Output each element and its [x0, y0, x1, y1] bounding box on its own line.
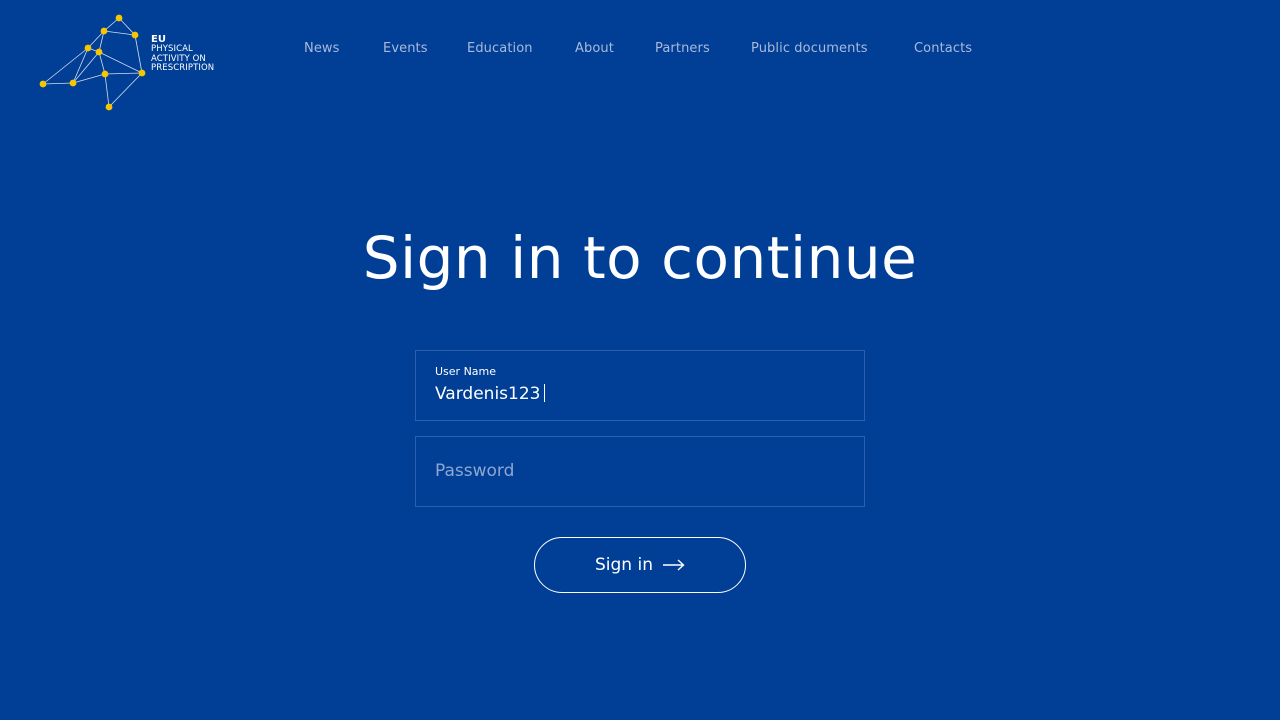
network-logo-icon — [39, 14, 146, 111]
page-title: Sign in to continue — [362, 224, 918, 292]
username-label: User Name — [435, 365, 497, 378]
username-field[interactable]: User Name Vardenis123 — [415, 350, 865, 421]
page: EU PHYSICAL ACTIVITY ON PRESCRIPTION New… — [0, 0, 1280, 720]
arrow-right-icon — [662, 559, 685, 571]
site-logo[interactable]: EU PHYSICAL ACTIVITY ON PRESCRIPTION — [38, 12, 218, 112]
nav-item-public-documents[interactable]: Public documents — [751, 41, 868, 56]
logo-text: EU PHYSICAL ACTIVITY ON PRESCRIPTION — [151, 34, 214, 74]
password-placeholder: Password — [435, 461, 515, 481]
nav-item-about[interactable]: About — [575, 41, 614, 56]
nav-item-events[interactable]: Events — [383, 41, 428, 56]
sign-in-label: Sign in — [595, 555, 653, 575]
nav-item-partners[interactable]: Partners — [655, 41, 710, 56]
nav-item-education[interactable]: Education — [467, 41, 533, 56]
nav-item-news[interactable]: News — [304, 41, 340, 56]
password-field[interactable]: Password — [415, 436, 865, 507]
nav-item-contacts[interactable]: Contacts — [914, 41, 972, 56]
username-input[interactable]: Vardenis123 — [435, 384, 546, 404]
username-value: Vardenis123 — [435, 384, 541, 404]
logo-line-prescription: PRESCRIPTION — [151, 63, 215, 74]
text-caret — [544, 384, 546, 402]
sign-in-button[interactable]: Sign in — [534, 537, 746, 593]
